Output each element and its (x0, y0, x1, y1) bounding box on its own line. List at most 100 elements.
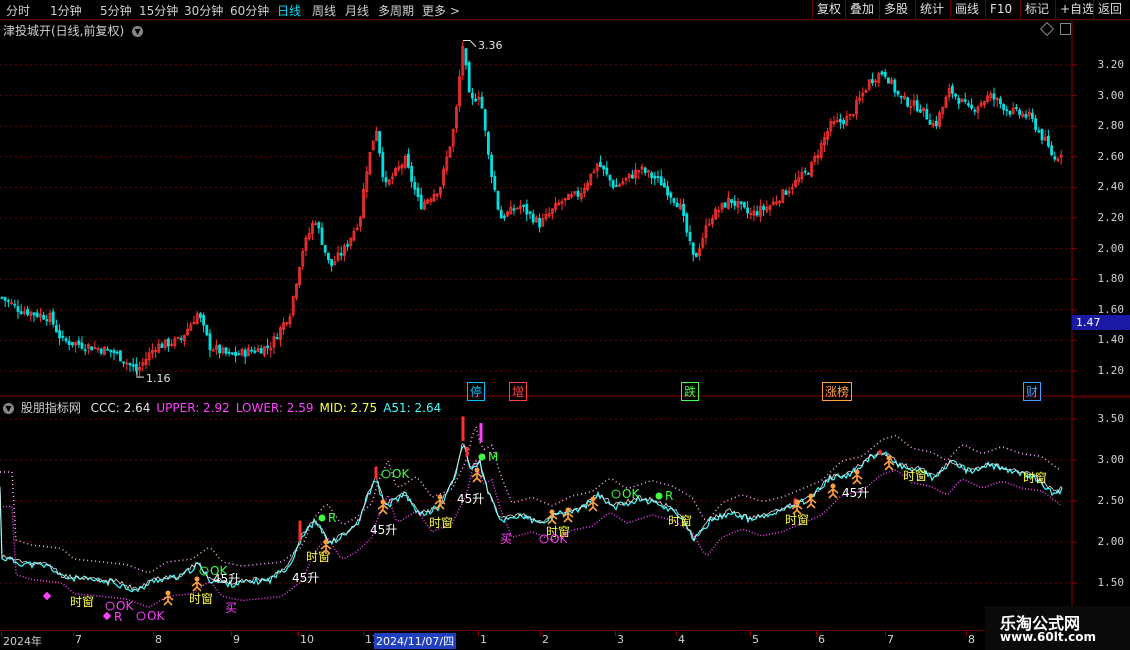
tab-15min[interactable]: 15分钟 (139, 2, 178, 19)
high-marker (463, 40, 477, 47)
candle-body (134, 363, 138, 372)
date-tick (966, 631, 967, 636)
date-label: 7 (887, 633, 894, 646)
candle-body (119, 350, 122, 362)
candle-body (346, 244, 350, 247)
tab-monthly[interactable]: 月线 (345, 2, 369, 19)
person-signal-icon (883, 455, 895, 471)
candle-body (762, 205, 765, 210)
ccc-line (0, 443, 1063, 591)
tab-multi-period[interactable]: 多周期 (378, 2, 414, 19)
date-tick (363, 631, 364, 636)
candle-body (234, 351, 238, 356)
candle-body (1040, 128, 1044, 141)
indicator-chart: 时窗 时窗时窗时窗时窗时窗 时窗时窗 时窗45升45升45升 45升45升买买OKOKO… (0, 397, 1130, 630)
date-label: 4 (678, 633, 685, 646)
candle-body (416, 187, 420, 197)
date-tick (73, 631, 74, 636)
statistics-button[interactable]: 统计 (915, 0, 948, 19)
person-signal-icon (587, 496, 599, 512)
person-signal-icon (546, 509, 558, 525)
candlestick-chart (0, 20, 1130, 397)
indicator-y-tick: 1.50 (1097, 576, 1125, 589)
candle-body (109, 349, 113, 353)
candle-body (957, 97, 961, 104)
candle-body (26, 309, 30, 316)
draw-line-button[interactable]: 画线 (950, 0, 983, 19)
candle-body (672, 198, 676, 203)
mark-button[interactable]: 标记 (1020, 0, 1053, 19)
candle-body (253, 350, 257, 353)
candle-body (237, 353, 241, 356)
candle-body (682, 203, 685, 216)
tab-60min[interactable]: 60分钟 (230, 2, 269, 19)
candle-body (602, 165, 605, 170)
tab-timeshare[interactable]: 分时 (6, 2, 30, 19)
candle-body (486, 132, 490, 155)
candle-body (381, 152, 385, 178)
date-label: 5 (752, 633, 759, 646)
overlay-button[interactable]: 叠加 (845, 0, 878, 19)
candle-body (1053, 156, 1057, 160)
candle-body (675, 202, 679, 208)
f10-button[interactable]: F10 (985, 0, 1016, 19)
candle-body (1018, 109, 1021, 115)
ok-signal: OK (550, 532, 568, 546)
m-signal: M (488, 450, 498, 464)
candle-body (323, 245, 327, 253)
diamond-icon (42, 591, 52, 601)
candle-body (1005, 109, 1009, 112)
y-tick-label: 2.20 (1097, 211, 1125, 224)
r-signal: R (328, 511, 336, 525)
candle-body (64, 338, 68, 342)
candle-body (45, 319, 49, 322)
candle-body (58, 330, 61, 339)
shichuang-signal: 时窗 (429, 516, 453, 530)
ok-icon (105, 601, 115, 611)
multi-stock-button[interactable]: 多股 (879, 0, 912, 19)
watermark-url: www.60lt.com (1000, 630, 1097, 644)
candle-body (963, 99, 967, 102)
date-label: 9 (233, 633, 240, 646)
low-marker (136, 371, 144, 378)
candle-body (723, 202, 727, 208)
candle-body (464, 48, 468, 66)
candle-body (266, 345, 270, 349)
indicator-y-tick: 2.50 (1097, 494, 1125, 507)
candle-body (605, 167, 609, 175)
candle-body (883, 72, 887, 77)
candle-body (1008, 110, 1012, 115)
candle-body (3, 297, 7, 301)
tab-5min[interactable]: 5分钟 (100, 2, 132, 19)
candle-body (32, 312, 36, 316)
candle-body (663, 182, 666, 188)
candle-body (525, 203, 529, 215)
candle-body (227, 351, 231, 354)
candle-body (1015, 107, 1018, 109)
add-watchlist-button[interactable]: +自选 (1055, 0, 1098, 19)
tab-1min[interactable]: 1分钟 (50, 2, 82, 19)
candle-body (474, 98, 478, 102)
candle-body (483, 109, 487, 131)
candle-body (531, 213, 535, 223)
restore-rights-button[interactable]: 复权 (812, 0, 845, 19)
candle-body (198, 313, 202, 318)
candle-body (880, 71, 884, 75)
candle-body (893, 79, 897, 93)
candle-body (919, 109, 922, 113)
date-label: 6 (818, 633, 825, 646)
ok-signal: OK (147, 609, 165, 623)
tab-weekly[interactable]: 周线 (312, 2, 336, 19)
candle-body (746, 207, 749, 214)
tab-30min[interactable]: 30分钟 (184, 2, 223, 19)
tab-more[interactable]: 更多 > (422, 2, 460, 19)
candle-body (659, 176, 663, 186)
date-tick (816, 631, 817, 636)
tab-daily[interactable]: 日线 (277, 2, 301, 19)
date-tick (885, 631, 886, 636)
date-axis-line (0, 630, 1130, 631)
shichuang-signal: 时窗 (1023, 471, 1047, 485)
back-button[interactable]: 返回 (1093, 0, 1126, 19)
candle-body (106, 348, 109, 351)
candle-body (55, 324, 58, 333)
